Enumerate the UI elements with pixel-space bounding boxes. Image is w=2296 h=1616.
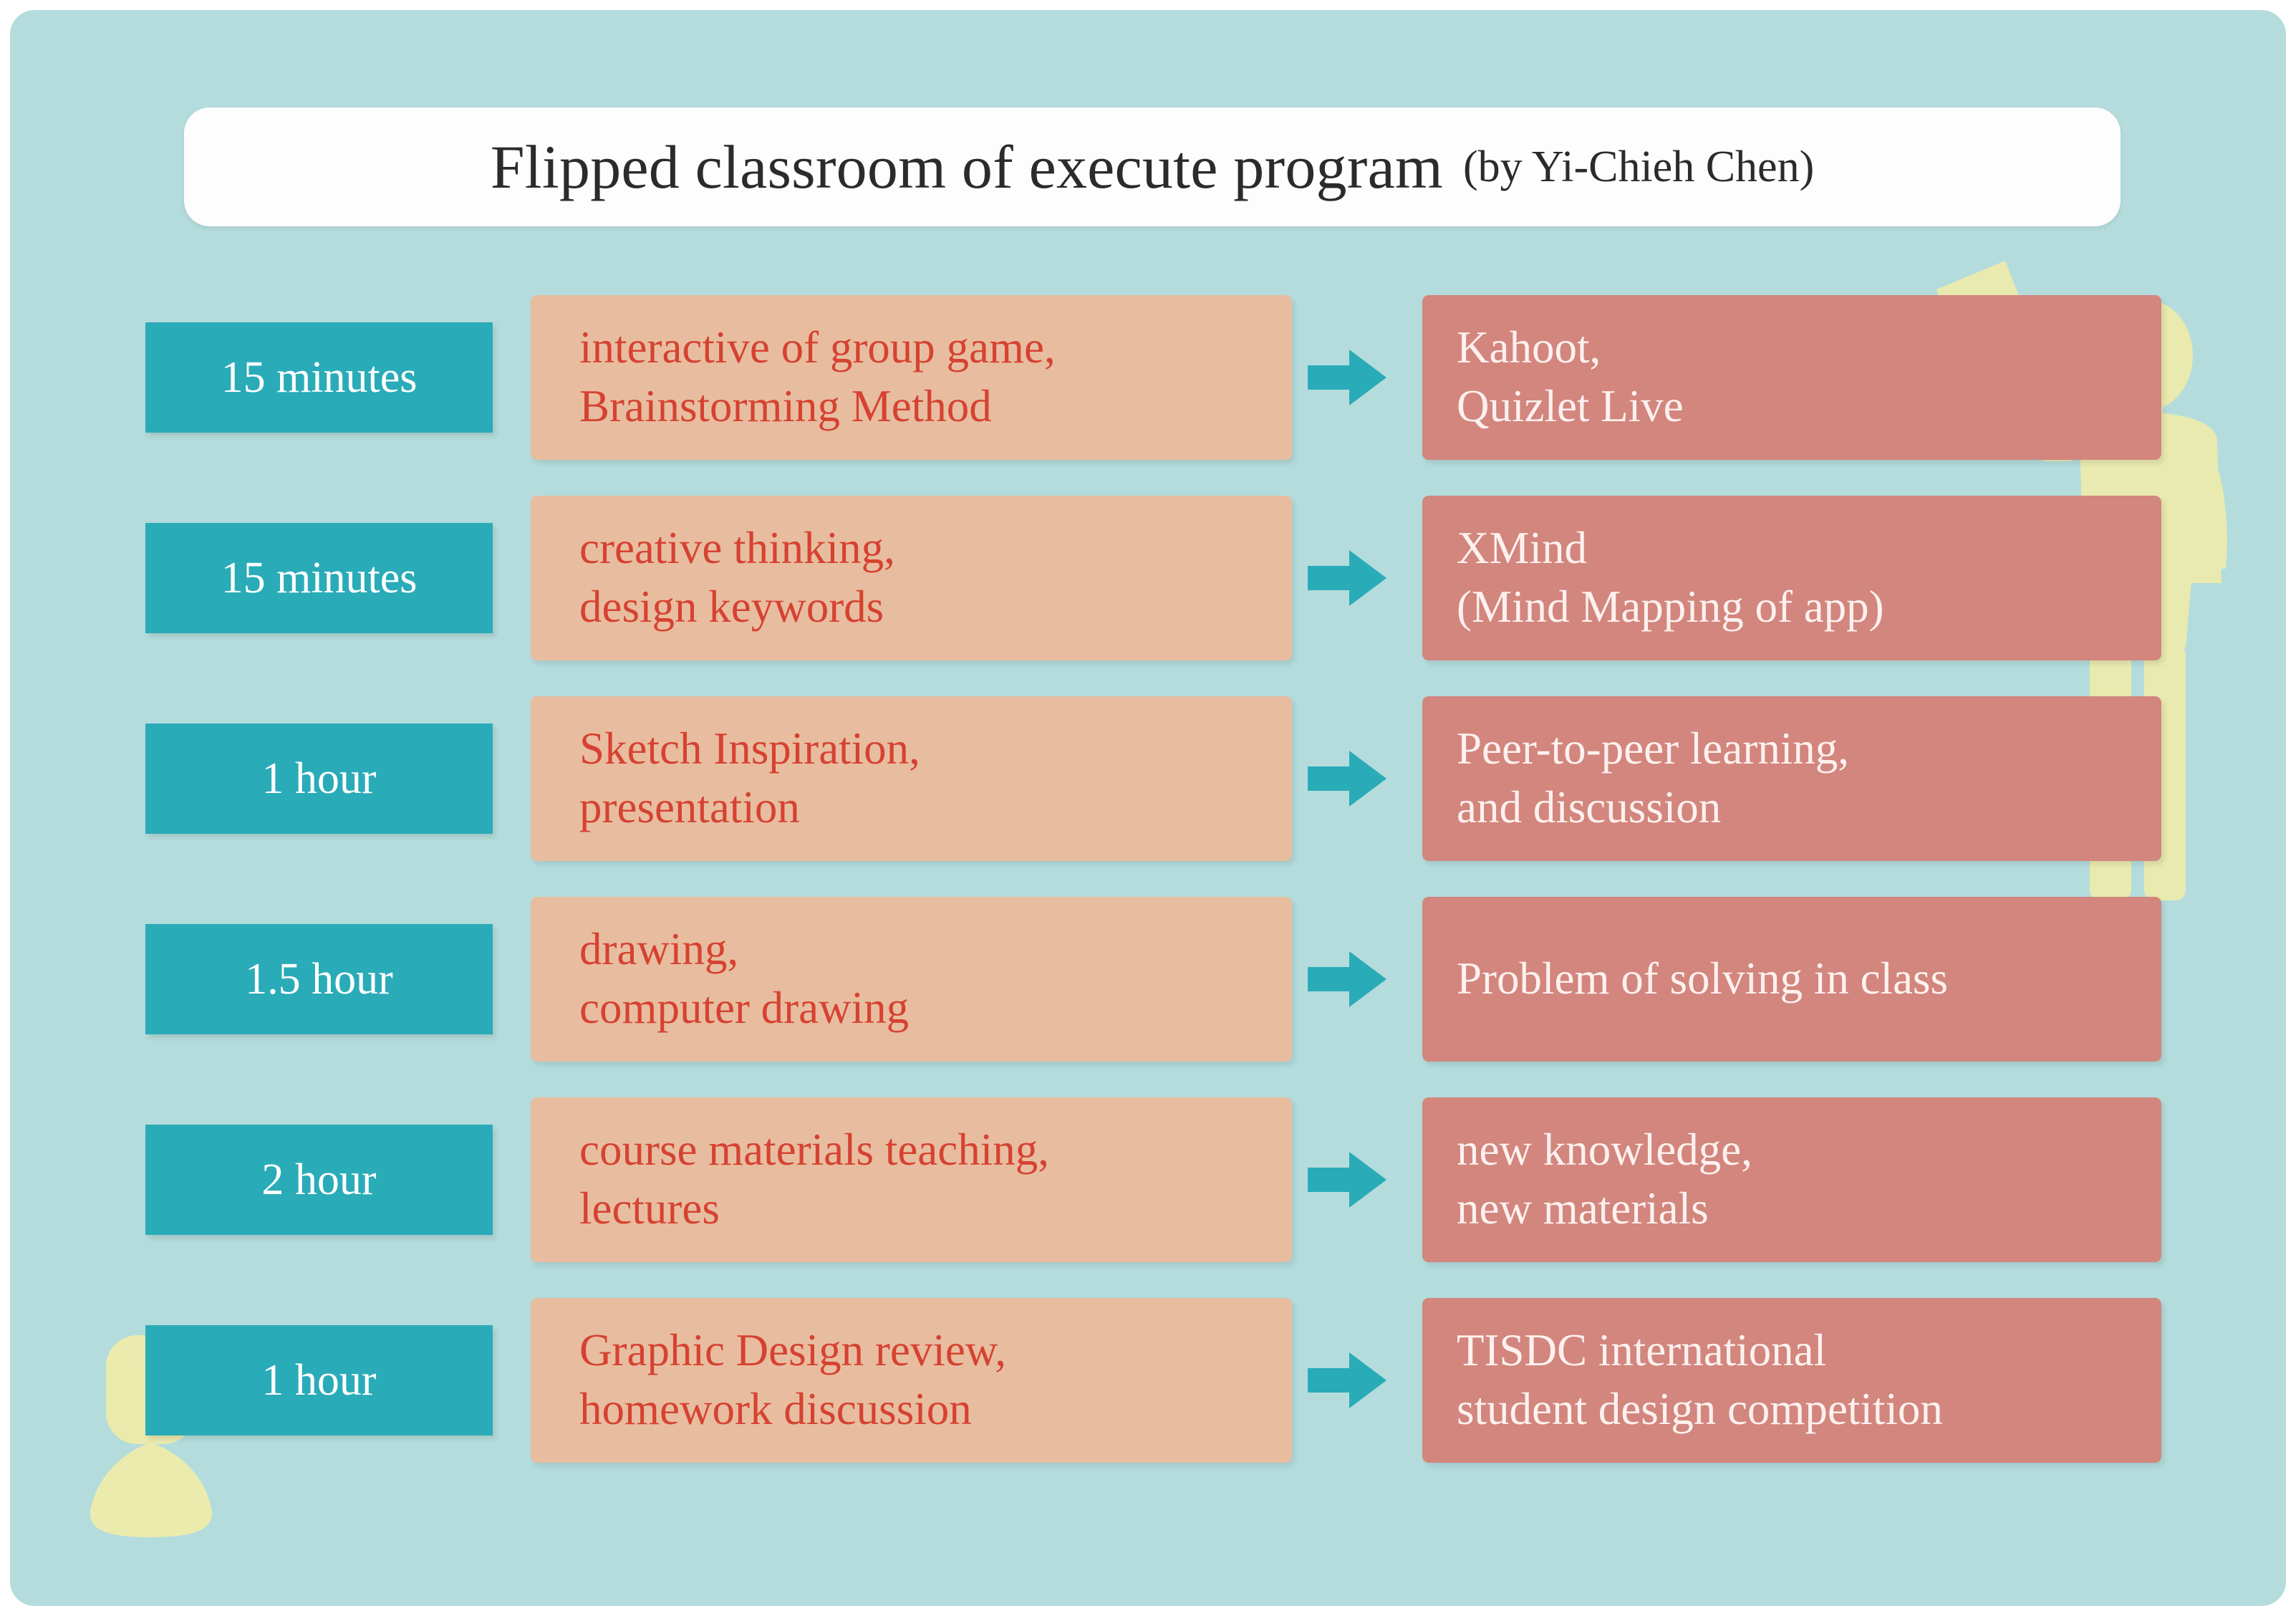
activity-box[interactable]: drawing, computer drawing <box>531 897 1292 1062</box>
schedule-row: 1.5 hour drawing, computer drawing Probl… <box>10 897 2286 1062</box>
schedule-row: 15 minutes creative thinking, design key… <box>10 496 2286 660</box>
outcome-line: new materials <box>1457 1183 1709 1233</box>
outcome-box[interactable]: Problem of solving in class <box>1422 897 2161 1062</box>
activity-box[interactable]: interactive of group game, Brainstorming… <box>531 295 1292 460</box>
outcome-line: Problem of solving in class <box>1457 953 1948 1004</box>
right-arrow-icon <box>1308 1352 1386 1408</box>
duration-box[interactable]: 1.5 hour <box>145 924 493 1034</box>
duration-box[interactable]: 15 minutes <box>145 523 493 633</box>
outcome-line: XMind <box>1457 523 1588 574</box>
diagram-canvas: Flipped classroom of execute program (by… <box>0 0 2296 1616</box>
activity-line: Graphic Design review, <box>579 1325 1006 1376</box>
activity-line: course materials teaching, <box>579 1125 1049 1175</box>
outcome-line: Peer-to-peer learning, <box>1457 723 1849 774</box>
activity-line: drawing, <box>579 924 739 975</box>
outcome-line: Quizlet Live <box>1457 381 1684 431</box>
outcome-line: Kahoot, <box>1457 322 1601 373</box>
right-arrow-icon <box>1308 350 1386 405</box>
schedule-row: 1 hour Graphic Design review, homework d… <box>10 1298 2286 1463</box>
activity-line: presentation <box>579 782 800 832</box>
schedule-row: 2 hour course materials teaching, lectur… <box>10 1097 2286 1262</box>
duration-label: 15 minutes <box>221 353 418 402</box>
activity-line: homework discussion <box>579 1384 972 1434</box>
outcome-line: student design competition <box>1457 1384 1943 1434</box>
outcome-box[interactable]: TISDC international student design compe… <box>1422 1298 2161 1463</box>
outcome-box[interactable]: XMind (Mind Mapping of app) <box>1422 496 2161 660</box>
duration-box[interactable]: 2 hour <box>145 1125 493 1235</box>
right-arrow-icon <box>1308 550 1386 606</box>
duration-box[interactable]: 15 minutes <box>145 322 493 433</box>
duration-label: 1 hour <box>261 1356 377 1405</box>
duration-label: 1.5 hour <box>245 955 393 1004</box>
activity-line: design keywords <box>579 582 884 632</box>
diagram-board: Flipped classroom of execute program (by… <box>10 10 2286 1606</box>
right-arrow-icon <box>1308 1152 1386 1208</box>
duration-label: 2 hour <box>261 1155 377 1204</box>
page-title: Flipped classroom of execute program <box>490 133 1444 201</box>
outcome-line: and discussion <box>1457 782 1722 832</box>
activity-line: Brainstorming Method <box>579 381 992 431</box>
activity-box[interactable]: creative thinking, design keywords <box>531 496 1292 660</box>
activity-line: lectures <box>579 1183 720 1233</box>
duration-box[interactable]: 1 hour <box>145 723 493 834</box>
outcome-line: TISDC international <box>1457 1325 1827 1376</box>
outcome-box[interactable]: Kahoot, Quizlet Live <box>1422 295 2161 460</box>
activity-line: Sketch Inspiration, <box>579 723 920 774</box>
right-arrow-icon <box>1308 951 1386 1007</box>
activity-line: interactive of group game, <box>579 322 1056 373</box>
outcome-line: new knowledge, <box>1457 1125 1752 1175</box>
outcome-box[interactable]: Peer-to-peer learning, and discussion <box>1422 696 2161 861</box>
outcome-line: (Mind Mapping of app) <box>1457 582 1884 632</box>
page-title-bar: Flipped classroom of execute program (by… <box>184 107 2121 226</box>
schedule-rows: 15 minutes interactive of group game, Br… <box>10 295 2286 1463</box>
activity-line: computer drawing <box>579 983 910 1033</box>
page-title-author: (by Yi-Chieh Chen) <box>1463 142 1815 191</box>
duration-label: 1 hour <box>261 754 377 803</box>
right-arrow-icon <box>1308 751 1386 807</box>
schedule-row: 15 minutes interactive of group game, Br… <box>10 295 2286 460</box>
schedule-row: 1 hour Sketch Inspiration, presentation … <box>10 696 2286 861</box>
outcome-box[interactable]: new knowledge, new materials <box>1422 1097 2161 1262</box>
activity-line: creative thinking, <box>579 523 895 574</box>
duration-label: 15 minutes <box>221 554 418 602</box>
activity-box[interactable]: Graphic Design review, homework discussi… <box>531 1298 1292 1463</box>
activity-box[interactable]: course materials teaching, lectures <box>531 1097 1292 1262</box>
duration-box[interactable]: 1 hour <box>145 1325 493 1435</box>
activity-box[interactable]: Sketch Inspiration, presentation <box>531 696 1292 861</box>
